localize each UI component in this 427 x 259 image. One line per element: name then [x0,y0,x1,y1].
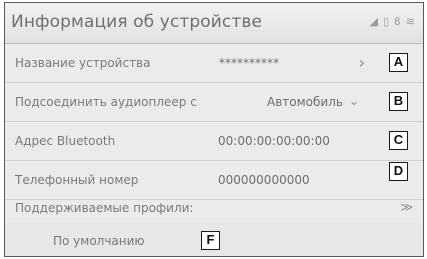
bluetooth-address-label: Адрес Bluetooth [15,134,116,148]
callout-f: F [201,231,220,250]
audio-player-row[interactable]: Подсоединить аудиоплеер с Автомобиль ⌄ [5,83,423,122]
signal-icon: ◢ [369,15,378,28]
page-title: Информация об устройстве [11,12,263,32]
wifi-icon: ≋ [405,15,415,28]
callout-a: A [389,53,408,72]
callout-d: D [389,162,408,181]
audio-player-label: Подсоединить аудиоплеер с [15,95,197,109]
audio-player-value: Автомобиль [267,95,343,109]
supported-profiles-row[interactable]: Поддерживаемые профили: ≫ [5,192,423,222]
bluetooth-icon: ϐ [394,15,401,28]
phone-number-value: 000000000000 [218,173,310,187]
profile-item-label: По умолчанию [53,234,145,248]
bluetooth-address-row: Адрес Bluetooth 00:00:00:00:00:00 [5,122,423,161]
callout-b: B [389,92,408,111]
bluetooth-address-value: 00:00:00:00:00:00 [218,134,330,148]
supported-profiles-label: Поддерживаемые профили: [15,201,194,215]
expand-icon[interactable]: ≫ [400,200,413,214]
device-info-screen: Информация об устройстве ◢ ▯ ϐ ≋ Названи… [4,2,424,257]
chevron-right-icon[interactable]: › [359,53,365,72]
phone-number-label: Телефонный номер [15,173,139,187]
callout-c: C [389,131,408,150]
status-bar: ◢ ▯ ϐ ≋ [369,16,415,27]
device-name-row[interactable]: Название устройства ********** › [5,44,423,83]
device-name-label: Название устройства [15,56,151,70]
phone-icon: ▯ [382,15,390,28]
device-name-value: ********** [219,56,279,70]
header-bar: Информация об устройстве ◢ ▯ ϐ ≋ [5,3,423,44]
chevron-down-icon[interactable]: ⌄ [349,94,359,108]
